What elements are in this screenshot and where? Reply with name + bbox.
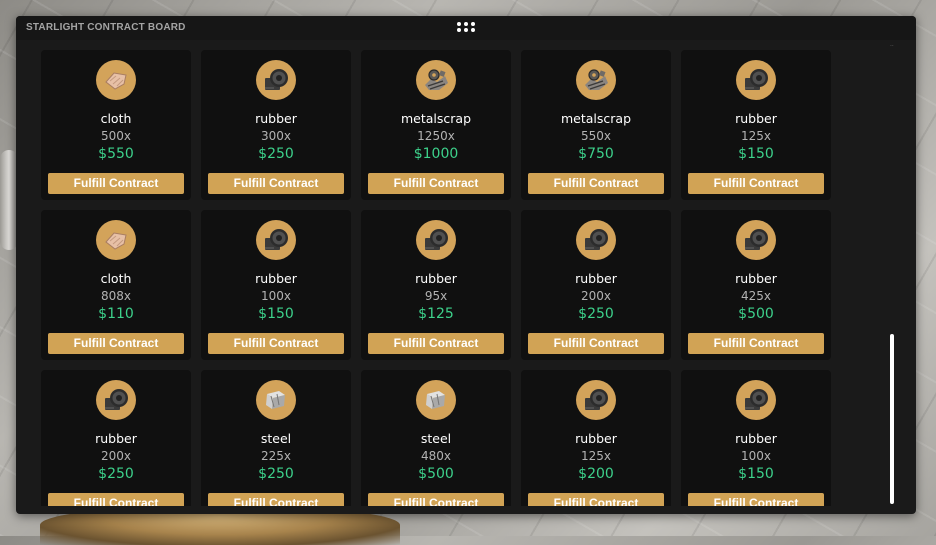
item-quantity: 500x [100,129,131,143]
item-quantity: 550x [580,129,611,143]
contract-card: rubber 100x $150 Fulfill Contract [201,210,351,360]
item-quantity: 225x [260,449,291,463]
contract-card: steel 225x $250 Fulfill Contract [201,370,351,506]
title-bar: STARLIGHT CONTRACT BOARD [16,16,916,40]
reward-price: $200 [578,466,614,482]
item-quantity: 480x [420,449,451,463]
contract-card: metalscrap 1250x $1000 Fulfill Contract [361,50,511,200]
metalscrap-icon [576,60,616,100]
cloth-icon [96,60,136,100]
contract-card: rubber 125x $150 Fulfill Contract [681,50,831,200]
item-name: rubber [575,271,617,286]
fulfill-contract-button[interactable]: Fulfill Contract [48,493,184,506]
contract-card: cloth 500x $550 Fulfill Contract [41,50,191,200]
contract-card: metalscrap 550x $750 Fulfill Contract [521,50,671,200]
fulfill-contract-button[interactable]: Fulfill Contract [368,173,504,194]
fulfill-contract-button[interactable]: Fulfill Contract [528,333,664,354]
item-quantity: 125x [740,129,771,143]
reward-price: $250 [98,466,134,482]
item-name: rubber [255,271,297,286]
rubber-icon [576,380,616,420]
contract-card: rubber 100x $150 Fulfill Contract [681,370,831,506]
rubber-icon [256,60,296,100]
item-quantity: 808x [100,289,131,303]
item-quantity: 95x [424,289,448,303]
rubber-icon [736,60,776,100]
item-quantity: 300x [260,129,291,143]
fulfill-contract-button[interactable]: Fulfill Contract [528,493,664,506]
reward-price: $750 [578,146,614,162]
item-name: cloth [100,271,132,286]
drag-handle-icon[interactable] [457,22,475,34]
item-name: steel [260,431,292,446]
reward-price: $500 [418,466,454,482]
rubber-icon [736,220,776,260]
reward-price: $125 [418,306,454,322]
item-name: rubber [95,431,137,446]
item-name: rubber [575,431,617,446]
reward-price: $150 [258,306,294,322]
contract-card: rubber 95x $125 Fulfill Contract [361,210,511,360]
item-name: rubber [735,271,777,286]
contract-card: rubber 125x $200 Fulfill Contract [521,370,671,506]
resize-dots-icon: .. [890,41,894,48]
reward-price: $110 [98,306,134,322]
reward-price: $500 [738,306,774,322]
reward-price: $250 [258,146,294,162]
reward-price: $250 [258,466,294,482]
item-name: metalscrap [400,111,472,126]
fulfill-contract-button[interactable]: Fulfill Contract [688,333,824,354]
item-quantity: 100x [260,289,291,303]
contract-board-window: STARLIGHT CONTRACT BOARD .. cloth 500x $55… [16,16,916,514]
cloth-icon [96,220,136,260]
contract-card: rubber 200x $250 Fulfill Contract [521,210,671,360]
item-quantity: 1250x [417,129,455,143]
item-name: steel [420,431,452,446]
reward-price: $550 [98,146,134,162]
contract-grid: cloth 500x $550 Fulfill Contract rubber 300x $… [41,50,841,506]
fulfill-contract-button[interactable]: Fulfill Contract [528,173,664,194]
item-name: rubber [415,271,457,286]
reward-price: $1000 [413,146,459,162]
reward-price: $250 [578,306,614,322]
fulfill-contract-button[interactable]: Fulfill Contract [688,493,824,506]
contract-card: rubber 425x $500 Fulfill Contract [681,210,831,360]
steel-icon [416,380,456,420]
item-quantity: 200x [580,289,611,303]
fulfill-contract-button[interactable]: Fulfill Contract [48,333,184,354]
rubber-icon [96,380,136,420]
rubber-icon [736,380,776,420]
fulfill-contract-button[interactable]: Fulfill Contract [208,493,344,506]
rubber-icon [256,220,296,260]
metalscrap-icon [416,60,456,100]
item-quantity: 425x [740,289,771,303]
fulfill-contract-button[interactable]: Fulfill Contract [368,333,504,354]
item-quantity: 200x [100,449,131,463]
item-name: metalscrap [560,111,632,126]
reward-price: $150 [738,466,774,482]
item-name: cloth [100,111,132,126]
contract-card: steel 480x $500 Fulfill Contract [361,370,511,506]
fulfill-contract-button[interactable]: Fulfill Contract [688,173,824,194]
contract-card: rubber 200x $250 Fulfill Contract [41,370,191,506]
rubber-icon [416,220,456,260]
fulfill-contract-button[interactable]: Fulfill Contract [208,173,344,194]
scrollbar-thumb[interactable] [890,334,894,504]
window-title: STARLIGHT CONTRACT BOARD [26,22,186,33]
reward-price: $150 [738,146,774,162]
item-quantity: 100x [740,449,771,463]
item-name: rubber [735,431,777,446]
item-name: rubber [255,111,297,126]
contract-card: cloth 808x $110 Fulfill Contract [41,210,191,360]
steel-icon [256,380,296,420]
contract-card: rubber 300x $250 Fulfill Contract [201,50,351,200]
fulfill-contract-button[interactable]: Fulfill Contract [368,493,504,506]
fulfill-contract-button[interactable]: Fulfill Contract [48,173,184,194]
item-name: rubber [735,111,777,126]
fulfill-contract-button[interactable]: Fulfill Contract [208,333,344,354]
item-quantity: 125x [580,449,611,463]
rubber-icon [576,220,616,260]
